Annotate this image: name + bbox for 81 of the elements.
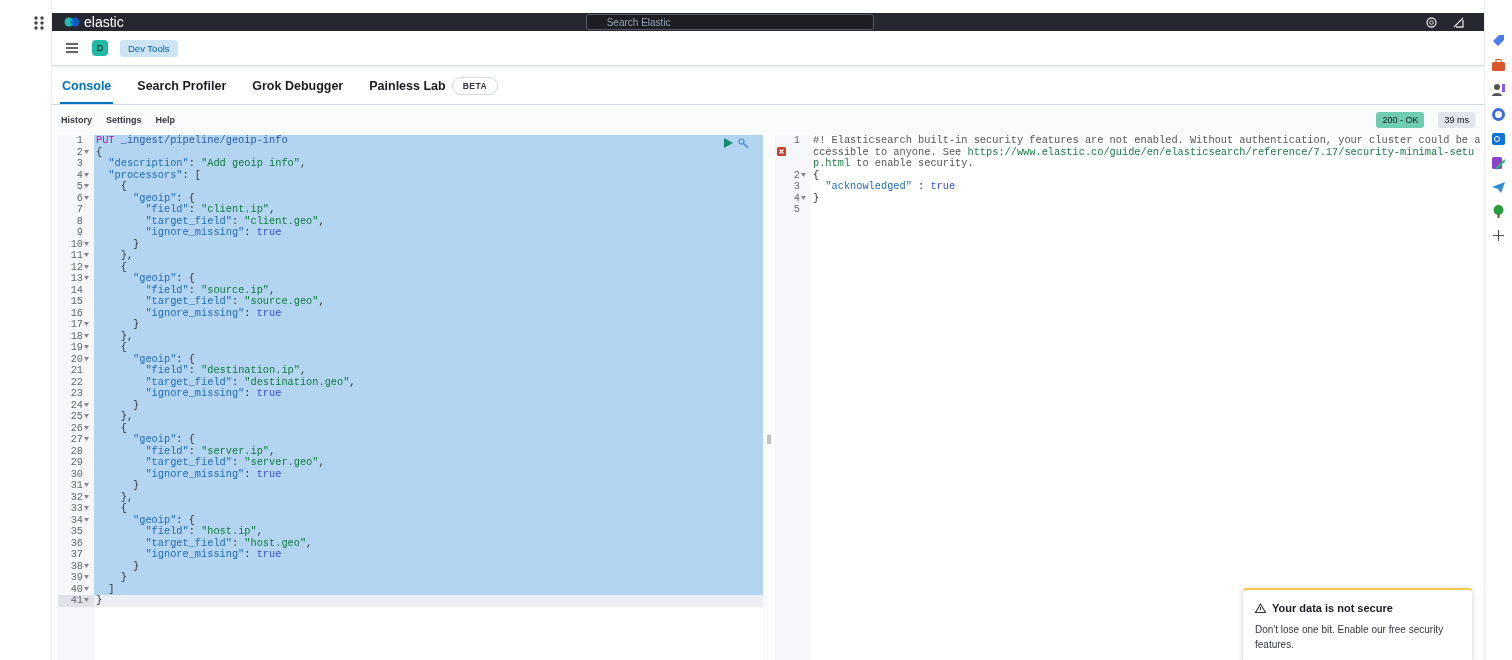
line-number: 10: [70, 238, 83, 250]
pen-icon[interactable]: [1492, 157, 1505, 170]
line-number: 3: [793, 181, 800, 193]
line-number: 38: [70, 560, 83, 572]
line-number: 37: [70, 549, 83, 561]
code-line: "acknowledged" : true: [824, 181, 957, 193]
warning-icon: [1255, 603, 1266, 613]
line-number: 9: [76, 227, 83, 239]
person-icon[interactable]: [1492, 83, 1505, 96]
line-number: 41: [70, 595, 83, 607]
line-number: 26: [70, 422, 83, 434]
line-number: 18: [70, 330, 83, 342]
line-number: 15: [70, 296, 83, 308]
tab[interactable]: Search Profiler: [135, 70, 229, 104]
search-field[interactable]: Search Elastic: [585, 14, 874, 30]
line-number: 24: [70, 399, 83, 411]
toast-title: Your data is not secure: [1272, 602, 1393, 614]
line-number: 36: [70, 537, 83, 549]
line-number: 33: [70, 503, 83, 515]
line-number: 29: [70, 457, 83, 469]
briefcase-icon[interactable]: [1492, 59, 1505, 71]
logo-icon[interactable]: [64, 16, 80, 28]
tab[interactable]: Painless Lab BETA: [367, 70, 501, 104]
help-icon[interactable]: [1426, 16, 1437, 28]
breadcrumb[interactable]: Dev Tools: [120, 39, 178, 57]
line-number: 7: [76, 204, 83, 216]
apps-grid-icon[interactable]: [34, 16, 44, 30]
line-number: 12: [70, 261, 83, 273]
logo-text[interactable]: elastic: [84, 13, 124, 31]
line-number: 35: [70, 526, 83, 538]
space-avatar[interactable]: D: [92, 40, 108, 56]
line-number: 1: [76, 135, 83, 147]
ring-icon[interactable]: [1492, 108, 1505, 121]
line-number: 31: [70, 480, 83, 492]
code-line: {: [812, 169, 821, 181]
status-badge: 200 - OK: [1376, 112, 1425, 128]
send-icon[interactable]: [1492, 182, 1505, 193]
time-badge: 39 ms: [1438, 112, 1475, 128]
toolbar-link[interactable]: Help: [155, 115, 176, 125]
toast-message: Don't lose one bit. Enable our free security features.: [1255, 623, 1445, 652]
line-number: 40: [70, 583, 83, 595]
line-number: 30: [70, 468, 83, 480]
line-number: 1: [793, 135, 800, 147]
line-number: 32: [70, 491, 83, 503]
line-number: 11: [70, 250, 83, 262]
line-number: 5: [793, 204, 800, 216]
line-number: 34: [70, 514, 83, 526]
line-number: 19: [70, 342, 83, 354]
line-number: 5: [76, 181, 83, 193]
request-editor[interactable]: [58, 135, 763, 660]
line-number: 14: [70, 284, 83, 296]
line-number: 17: [70, 319, 83, 331]
line-number: 8: [76, 215, 83, 227]
mail-icon[interactable]: [1492, 133, 1505, 145]
play-icon[interactable]: [724, 138, 733, 148]
line-number: 6: [76, 192, 83, 204]
newsfeed-icon[interactable]: [1453, 16, 1464, 28]
line-number: 25: [70, 411, 83, 423]
code-line: }: [812, 192, 821, 204]
tag-icon[interactable]: [1492, 34, 1505, 47]
line-number: 2: [793, 169, 800, 181]
code-line: #! Elasticsearch built-in security features are not enabled. Without authentication, your cluster could be accessible to anyone. See https://www.elastic.co/guide/en/elasticsearch/reference/7.17/security-minimal-setup.html to enable security.: [812, 135, 1481, 170]
line-number: 16: [70, 307, 83, 319]
line-number: 21: [70, 365, 83, 377]
line-number: 3: [76, 158, 83, 170]
tab[interactable]: Grok Debugger: [250, 70, 346, 104]
line-number: 39: [70, 572, 83, 584]
line-number: 23: [70, 388, 83, 400]
toolbar-link[interactable]: Settings: [106, 115, 142, 125]
tree-icon[interactable]: [1492, 205, 1505, 218]
line-number: 4: [793, 192, 800, 204]
line-number: 22: [70, 376, 83, 388]
line-number: 20: [70, 353, 83, 365]
line-number: 27: [70, 434, 83, 446]
line-number: 13: [70, 273, 83, 285]
plus-icon[interactable]: [1493, 230, 1504, 241]
line-number: 28: [70, 445, 83, 457]
toolbar-link[interactable]: History: [61, 115, 92, 125]
menu-icon[interactable]: [66, 43, 78, 53]
line-number: 4: [76, 169, 83, 181]
line-number: 2: [76, 146, 83, 158]
